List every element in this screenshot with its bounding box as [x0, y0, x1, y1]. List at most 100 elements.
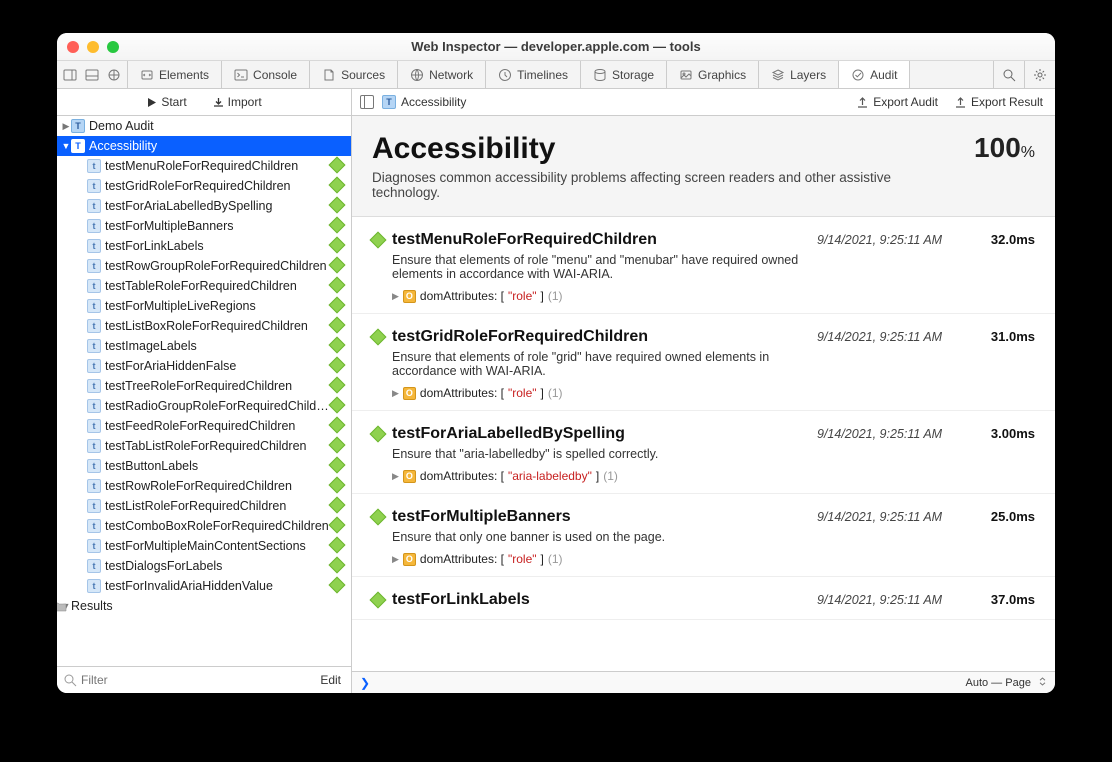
console-prompt-icon[interactable]: ❯ [360, 676, 370, 690]
tree-node[interactable]: t testRowGroupRoleForRequiredChildren [57, 256, 351, 276]
pass-icon [331, 579, 345, 593]
close-button[interactable] [67, 41, 79, 53]
disclosure-icon: ▶ [392, 291, 399, 302]
tree-label: testForMultipleMainContentSections [105, 539, 331, 553]
elements-icon [140, 68, 154, 82]
tab-layers[interactable]: Layers [759, 61, 839, 88]
test-icon: t [87, 359, 101, 373]
start-button[interactable]: Start [138, 93, 194, 111]
edit-button[interactable]: Edit [316, 673, 345, 687]
tree-node[interactable]: ttestTableRoleForRequiredChildren [57, 276, 351, 296]
tree-node[interactable]: ▼Results [57, 596, 351, 616]
dock-bottom-icon[interactable] [85, 68, 99, 82]
pass-icon [331, 159, 345, 173]
pass-icon [331, 499, 345, 513]
sidebar-footer: Edit [57, 666, 351, 693]
tab-console[interactable]: Console [222, 61, 310, 88]
tree-node[interactable]: ttestButtonLabels [57, 456, 351, 476]
tree-node[interactable]: ttestDialogsForLabels [57, 556, 351, 576]
test-icon: t [87, 199, 101, 213]
tree-label: testForAriaLabelledBySpelling [105, 199, 331, 213]
tree-node[interactable]: ttestTabListRoleForRequiredChildren [57, 436, 351, 456]
page-title: Accessibility [372, 132, 974, 166]
tab-elements[interactable]: Elements [128, 61, 222, 88]
pass-icon [331, 479, 345, 493]
import-button[interactable]: Import [205, 93, 270, 111]
tree-node[interactable]: ttestGridRoleForRequiredChildren [57, 176, 351, 196]
filter-input[interactable] [81, 673, 312, 687]
sidebar: Start Import ▶TDemo Audit▼TAccessibility… [57, 89, 352, 693]
test-icon: t [87, 319, 101, 333]
tab-sources[interactable]: Sources [310, 61, 398, 88]
tree-node[interactable]: ttestMenuRoleForRequiredChildren [57, 156, 351, 176]
storage-icon [593, 68, 607, 82]
tab-graphics[interactable]: Graphics [667, 61, 759, 88]
minimize-button[interactable] [87, 41, 99, 53]
tree-node[interactable]: ttestForMultipleMainContentSections [57, 536, 351, 556]
pass-icon [331, 459, 345, 473]
dock-detach-icon[interactable] [107, 68, 121, 82]
object-icon: O [403, 290, 416, 303]
tree-label: testTableRoleForRequiredChildren [105, 279, 331, 293]
tree-node[interactable]: ttestListRoleForRequiredChildren [57, 496, 351, 516]
tree-node[interactable]: ttestForMultipleLiveRegions [57, 296, 351, 316]
tree-label: testDialogsForLabels [105, 559, 331, 573]
tree-node[interactable]: ▼TAccessibility [57, 136, 351, 156]
tree-node[interactable]: ttestRadioGroupRoleForRequiredChildren [57, 396, 351, 416]
sidebar-toggle-icon[interactable] [360, 95, 374, 109]
pass-icon [331, 219, 345, 233]
tree-node[interactable]: ttestForInvalidAriaHiddenValue [57, 576, 351, 596]
zoom-button[interactable] [107, 41, 119, 53]
tree-node[interactable]: ttestForAriaHiddenFalse [57, 356, 351, 376]
tab-storage[interactable]: Storage [581, 61, 667, 88]
sources-icon [322, 68, 336, 82]
tree-node[interactable]: t testListBoxRoleForRequiredChildren [57, 316, 351, 336]
export-result-button[interactable]: Export Result [950, 95, 1047, 109]
layers-icon [771, 68, 785, 82]
test-icon: t [87, 179, 101, 193]
tree-node[interactable]: ttestTreeRoleForRequiredChildren [57, 376, 351, 396]
result-desc: Ensure that elements of role "grid" have… [392, 350, 812, 378]
tree-node[interactable]: ttestFeedRoleForRequiredChildren [57, 416, 351, 436]
test-icon: T [71, 139, 85, 153]
tree-node[interactable]: ttestImageLabels [57, 336, 351, 356]
tab-audit[interactable]: Audit [839, 61, 910, 88]
tree-node[interactable]: ▶TDemo Audit [57, 116, 351, 136]
tree-label: testListBoxRoleForRequiredChildren [105, 319, 331, 333]
network-icon [410, 68, 424, 82]
pass-icon [331, 379, 345, 393]
tree-label: Demo Audit [89, 119, 331, 133]
graphics-icon [679, 68, 693, 82]
tree-node[interactable]: ttestForMultipleBanners [57, 216, 351, 236]
audit-tree[interactable]: ▶TDemo Audit▼TAccessibilityttestMenuRole… [57, 116, 351, 666]
breadcrumb[interactable]: T Accessibility [382, 95, 466, 109]
search-button[interactable] [993, 61, 1024, 88]
results-header: Accessibility Diagnoses common accessibi… [352, 116, 1055, 217]
main-scroll[interactable]: Accessibility Diagnoses common accessibi… [352, 116, 1055, 671]
export-audit-button[interactable]: Export Audit [852, 95, 942, 109]
test-icon: t [87, 259, 101, 273]
dock-right-icon[interactable] [63, 68, 77, 82]
dom-attributes[interactable]: ▶OdomAttributes: ["role"] (1) [392, 289, 1035, 303]
dom-attributes[interactable]: ▶OdomAttributes: ["role"] (1) [392, 552, 1035, 566]
tree-label: testRowGroupRoleForRequiredChildren [105, 259, 331, 273]
dom-attributes[interactable]: ▶OdomAttributes: ["aria-labeledby"] (1) [392, 469, 1035, 483]
zoom-control[interactable]: Auto — Page [966, 677, 1048, 689]
tree-node[interactable]: ttestForLinkLabels [57, 236, 351, 256]
tree-node[interactable]: t testForAriaLabelledBySpelling [57, 196, 351, 216]
tree-label: testRadioGroupRoleForRequiredChildren [105, 399, 331, 413]
result-desc: Ensure that elements of role "menu" and … [392, 253, 812, 281]
content-toolbar: T Accessibility Export Audit Export Resu… [352, 89, 1055, 116]
result-duration: 31.0ms [975, 329, 1035, 344]
result-name: testForMultipleBanners [392, 508, 809, 526]
dom-attributes[interactable]: ▶OdomAttributes: ["role"] (1) [392, 386, 1035, 400]
tab-network[interactable]: Network [398, 61, 486, 88]
statusbar: ❯ Auto — Page [352, 671, 1055, 693]
result-item: testForAriaLabelledBySpelling9/14/2021, … [352, 411, 1055, 494]
test-icon: t [87, 439, 101, 453]
tree-node[interactable]: ttestRowRoleForRequiredChildren [57, 476, 351, 496]
settings-button[interactable] [1024, 61, 1055, 88]
tab-timelines[interactable]: Timelines [486, 61, 581, 88]
result-name: testMenuRoleForRequiredChildren [392, 231, 809, 249]
tree-node[interactable]: ttestComboBoxRoleForRequiredChildren [57, 516, 351, 536]
